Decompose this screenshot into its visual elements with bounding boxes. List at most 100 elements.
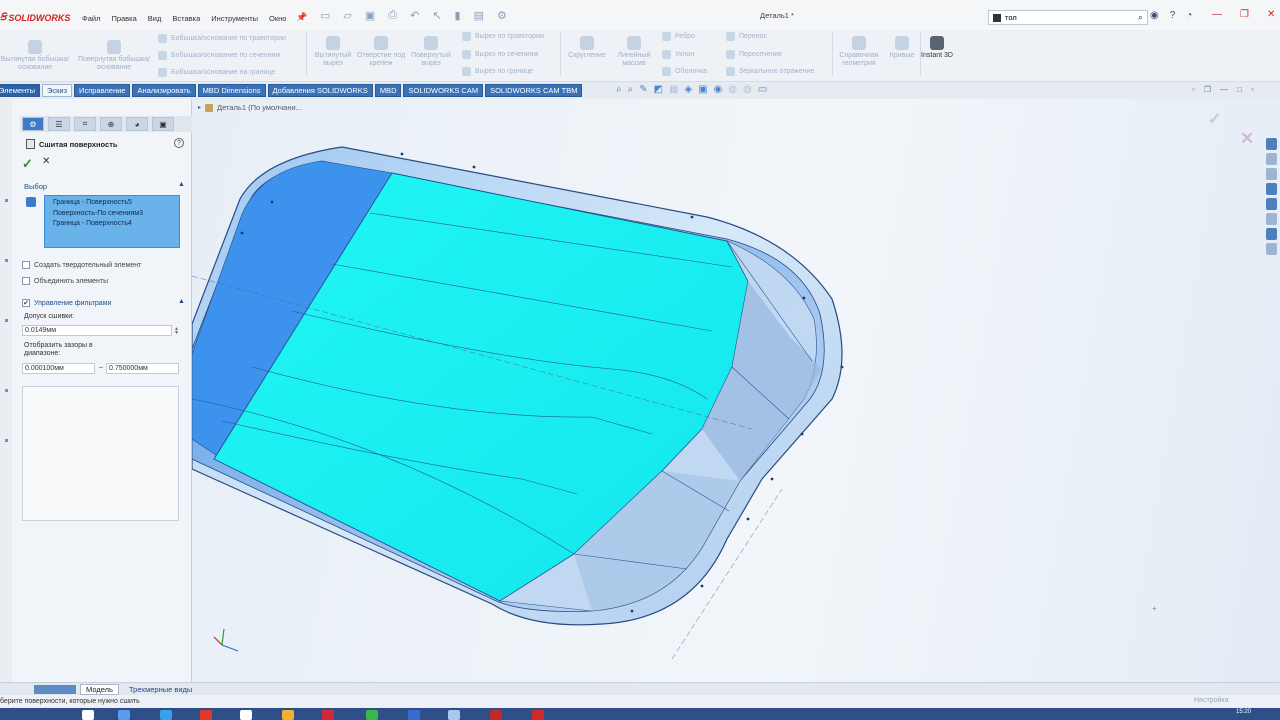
tab-mbd[interactable]: MBD: [374, 84, 402, 97]
save-icon[interactable]: ▣: [365, 9, 375, 22]
hole-wizard-button[interactable]: Отверстие под крепеж: [356, 36, 406, 68]
print-icon[interactable]: ⎙: [388, 9, 397, 22]
tab-solidworks-cam[interactable]: SOLIDWORKS CAM: [403, 84, 484, 97]
taskbar-app-icon[interactable]: [160, 710, 172, 720]
window-close-icon[interactable]: ▫: [1251, 85, 1254, 94]
previous-view-icon[interactable]: ✎: [639, 84, 647, 95]
graphics-area[interactable]: ▸ Деталь1 (По умолчани... + ✓ ✕: [192, 99, 1280, 682]
boss-loft-button[interactable]: Бобышка/основание по сечениям: [158, 51, 280, 60]
fillet-button[interactable]: Скругление: [564, 36, 610, 60]
file-explorer-icon[interactable]: [1265, 183, 1277, 195]
hide-show-items-icon[interactable]: ◉: [714, 84, 723, 95]
selected-surfaces-list[interactable]: Граница - Поверхность5 Поверхность-По се…: [44, 195, 180, 248]
tab-evaluate[interactable]: Анализировать: [132, 84, 196, 97]
appearances-icon[interactable]: [1265, 198, 1277, 210]
select-icon[interactable]: ↖: [432, 9, 441, 22]
new-icon[interactable]: ▭: [320, 9, 330, 22]
design-library-icon[interactable]: [1265, 168, 1277, 180]
wrap-button[interactable]: Перенос: [726, 32, 767, 41]
knit-tolerance-field[interactable]: [22, 325, 172, 336]
menu-view[interactable]: Вид: [148, 14, 162, 23]
confirm-corner-cancel-icon[interactable]: ✕: [1240, 129, 1254, 149]
gap-max-field[interactable]: [106, 363, 179, 374]
tab-scroll-buttons[interactable]: [34, 685, 76, 694]
menu-window[interactable]: Окно: [269, 14, 286, 23]
close-window-icon[interactable]: ✕: [1267, 9, 1275, 20]
cancel-button[interactable]: ✕: [42, 156, 50, 167]
feature-manager-icon[interactable]: ⚙: [22, 117, 44, 131]
boss-revolve-button[interactable]: Повернутая бобышка/основание: [76, 40, 152, 72]
minimize-icon[interactable]: —: [1212, 9, 1222, 20]
user-icon[interactable]: ◉: [1150, 10, 1159, 21]
search-input[interactable]: [1005, 13, 1134, 22]
mirror-button[interactable]: Зеркальное отражение: [726, 67, 814, 76]
shell-button[interactable]: Оболочка: [662, 67, 707, 76]
word-icon[interactable]: [408, 710, 420, 720]
tab-3d-views[interactable]: Трехмерные виды: [124, 684, 197, 695]
confirm-corner-ok-icon[interactable]: ✓: [1208, 109, 1221, 129]
custom-properties-icon[interactable]: [1265, 213, 1277, 225]
checkbox-box[interactable]: [22, 277, 30, 285]
dynamic-annotation-icon[interactable]: ▦: [669, 84, 678, 95]
intersect-button[interactable]: Пересечение: [726, 50, 782, 59]
display-style-icon[interactable]: ▣: [698, 84, 707, 95]
resources-icon[interactable]: [1265, 153, 1277, 165]
taskbar-app-icon[interactable]: [82, 710, 94, 720]
chrome-icon[interactable]: [200, 710, 212, 720]
opera-icon[interactable]: [322, 710, 334, 720]
undo-icon[interactable]: ↶: [410, 9, 419, 22]
view-orientation-icon[interactable]: ◈: [685, 84, 693, 95]
help-question-icon[interactable]: ?: [1170, 10, 1176, 21]
restore-icon[interactable]: ❐: [1240, 9, 1249, 20]
boss-extrude-button[interactable]: Вытянутая бобышка/основание: [0, 40, 70, 72]
view-palette-icon[interactable]: [1265, 243, 1277, 255]
cut-loft-button[interactable]: Вырез по сечениям: [462, 50, 538, 59]
linear-pattern-button[interactable]: Линейный массив: [612, 36, 656, 68]
dimxpert-icon[interactable]: ⊕: [100, 117, 122, 131]
forum-icon[interactable]: [1265, 228, 1277, 240]
display-manager-icon[interactable]: ◕: [126, 117, 148, 131]
cut-boundary-button[interactable]: Вырез по границе: [462, 67, 533, 76]
gap-min-field[interactable]: [22, 363, 95, 374]
solidworks-taskbar-icon[interactable]: [490, 710, 502, 720]
tab-mbd-dimensions[interactable]: MBD Dimensions: [197, 84, 266, 97]
menu-file[interactable]: Файл: [82, 14, 100, 23]
menu-tools[interactable]: Инструменты: [211, 14, 258, 23]
status-customize[interactable]: Настройка: [1194, 697, 1228, 704]
tab-model[interactable]: Модель: [80, 684, 119, 695]
folder-icon[interactable]: [282, 710, 294, 720]
ok-button[interactable]: ✓: [22, 156, 33, 172]
window-maximize-icon[interactable]: □: [1237, 85, 1242, 94]
reference-geometry-button[interactable]: Справочная геометрия: [834, 36, 884, 68]
rebuild-icon[interactable]: ▮: [455, 9, 461, 22]
edit-appearance-icon[interactable]: ◍: [728, 84, 737, 95]
tab-features[interactable]: Элементы: [0, 84, 40, 97]
apply-scene-icon[interactable]: ◍: [743, 84, 752, 95]
create-solid-checkbox[interactable]: Создать твердотельный элемент: [22, 261, 141, 269]
taskbar-app-icon[interactable]: [240, 710, 252, 720]
gaps-list[interactable]: [22, 386, 179, 521]
home-icon[interactable]: [1265, 138, 1277, 150]
gap-control-checkbox[interactable]: ✔ Управление фильтрами: [22, 299, 111, 307]
collapse-chevron-icon[interactable]: ▲: [178, 181, 185, 188]
curves-button[interactable]: Кривые: [884, 36, 920, 60]
cut-extrude-button[interactable]: Вытянутый вырез: [310, 36, 356, 68]
search-icon[interactable]: ⌕: [1138, 12, 1143, 23]
cam-manager-icon[interactable]: ▣: [152, 117, 174, 131]
file-properties-icon[interactable]: ▤: [474, 9, 484, 22]
checkbox-box[interactable]: [22, 261, 30, 269]
configuration-manager-icon[interactable]: ⌗: [74, 117, 96, 131]
help-icon[interactable]: ?: [174, 138, 184, 148]
account-icon[interactable]: ◔: [1186, 10, 1192, 21]
rib-button[interactable]: Ребро: [662, 32, 695, 41]
selection-group-header[interactable]: Выбор: [24, 182, 47, 191]
open-icon[interactable]: ▱: [343, 9, 351, 22]
model-view[interactable]: +: [192, 99, 1280, 682]
window-minimize-icon[interactable]: —: [1220, 85, 1228, 94]
tab-solidworks-addins[interactable]: Добавления SOLIDWORKS: [267, 84, 373, 97]
merge-entities-checkbox[interactable]: Объединить элементы: [22, 277, 108, 285]
zoom-to-fit-icon[interactable]: ⌕: [616, 84, 622, 95]
list-item[interactable]: Граница - Поверхность4: [53, 219, 171, 230]
taskbar-app-icon[interactable]: [448, 710, 460, 720]
tile-icon[interactable]: ▫: [1192, 85, 1195, 94]
